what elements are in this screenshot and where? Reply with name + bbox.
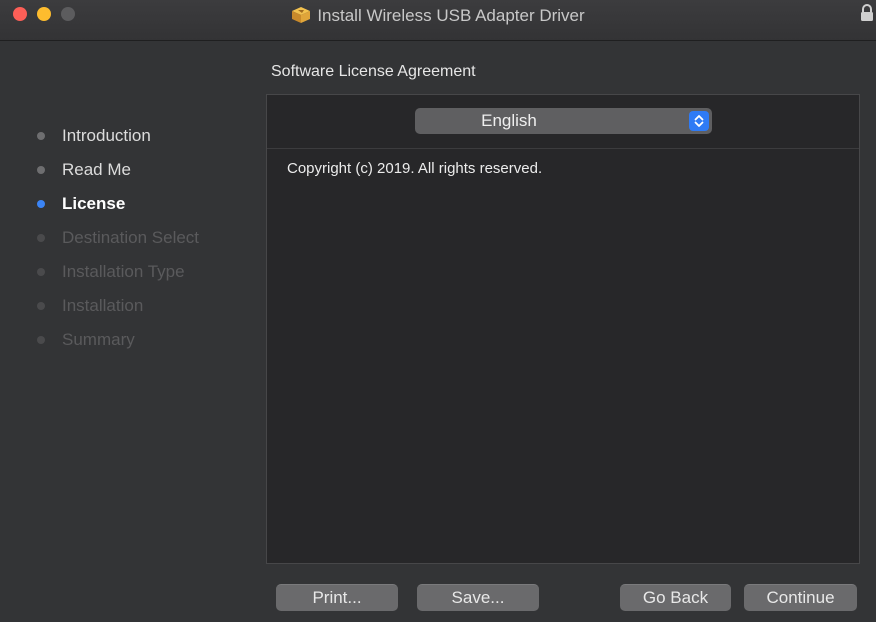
step-destination-select: Destination Select: [37, 226, 199, 250]
window-title: Install Wireless USB Adapter Driver: [317, 6, 585, 25]
step-introduction: Introduction: [37, 124, 151, 148]
step-bullet: [37, 268, 45, 276]
step-label: Read Me: [62, 160, 131, 179]
print-button[interactable]: Print...: [276, 584, 398, 611]
step-installation-type: Installation Type: [37, 260, 185, 284]
lock-icon: [860, 4, 874, 27]
step-label: Installation: [62, 296, 144, 315]
installer-steps-sidebar: Introduction Read Me License Destination…: [0, 40, 266, 622]
step-bullet: [37, 336, 45, 344]
step-read-me: Read Me: [37, 158, 131, 182]
page-title: Software License Agreement: [271, 63, 476, 80]
chevron-up-down-icon: [689, 111, 709, 131]
package-icon: [291, 6, 311, 30]
step-installation: Installation: [37, 294, 143, 318]
go-back-button[interactable]: Go Back: [620, 584, 731, 611]
step-bullet: [37, 234, 45, 242]
step-label: License: [62, 194, 126, 213]
step-bullet: [37, 200, 45, 208]
save-button[interactable]: Save...: [417, 584, 539, 611]
license-text: Copyright (c) 2019. All rights reserved.: [287, 160, 543, 177]
step-bullet: [37, 302, 45, 310]
language-select[interactable]: English: [415, 108, 712, 134]
window-title-group: Install Wireless USB Adapter Driver: [0, 5, 876, 30]
continue-button[interactable]: Continue: [744, 584, 857, 611]
step-license: License: [37, 192, 125, 216]
step-label: Summary: [62, 330, 135, 349]
language-bar: English: [267, 95, 859, 149]
title-bar: Install Wireless USB Adapter Driver: [0, 0, 876, 41]
language-select-value: English: [481, 111, 537, 130]
step-summary: Summary: [37, 328, 135, 352]
step-bullet: [37, 132, 45, 140]
step-label: Introduction: [62, 126, 151, 145]
step-label: Destination Select: [62, 228, 200, 247]
step-bullet: [37, 166, 45, 174]
step-label: Installation Type: [62, 262, 185, 281]
license-panel: English Copyright (c) 2019. All rights r…: [266, 94, 860, 564]
